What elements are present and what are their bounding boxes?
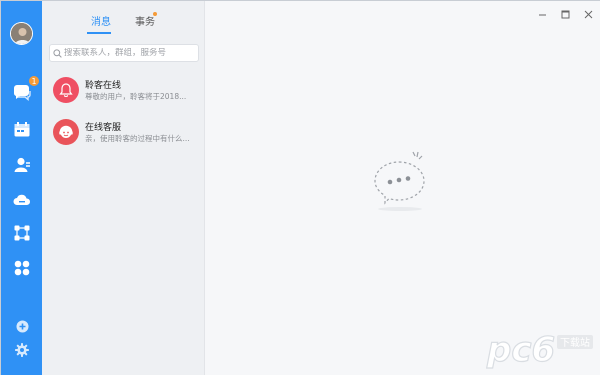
add-button[interactable]: [10, 314, 34, 338]
search-input[interactable]: [64, 48, 194, 58]
nav-messages-button[interactable]: 1: [10, 75, 40, 105]
settings-button[interactable]: [10, 338, 34, 362]
empty-chat-bubble-icon: [374, 151, 425, 211]
svg-text:下载站: 下载站: [560, 336, 590, 349]
nav-calendar-button[interactable]: [10, 117, 34, 141]
support-agent-icon: [59, 125, 73, 138]
maximize-button[interactable]: [558, 7, 572, 21]
contacts-icon: [14, 157, 30, 172]
svg-text:pc6: pc6: [486, 330, 555, 369]
close-icon: [584, 10, 592, 18]
nav-contacts-button[interactable]: [10, 153, 34, 177]
conversation-item[interactable]: 在线客服 亲，使用聆客的过程中有什么...: [42, 115, 205, 157]
tab-messages[interactable]: 消息: [91, 13, 111, 28]
search-icon: [50, 44, 64, 62]
watermark-logo: pc6 下载站: [485, 327, 597, 371]
settings-gear-icon: [15, 343, 29, 357]
user-avatar[interactable]: [10, 22, 33, 45]
close-button[interactable]: [581, 7, 595, 21]
conversation-item[interactable]: 聆客在线 尊敬的用户，聆客将于2018...: [42, 73, 205, 115]
conversation-avatar: [53, 77, 79, 103]
conversation-list-panel: 消息 事务 聆客在线 尊敬的用户，聆客将于2018...: [42, 1, 205, 375]
apps-network-icon: [14, 225, 30, 241]
app-window: 1 消息 事务 搜索联系人，群组，服务号 聆客在线 尊敬的用户，聆客将于2018…: [0, 0, 600, 375]
calendar-icon: [14, 121, 30, 136]
maximize-icon: [561, 10, 569, 18]
cloud-icon: [13, 194, 31, 205]
conversation-preview: 尊敬的用户，聆客将于2018...: [85, 92, 187, 101]
chat-bubbles-icon: [13, 85, 31, 101]
pc6-watermark-icon: pc6 下载站: [485, 329, 593, 371]
left-nav-rail: 1: [1, 1, 42, 375]
active-tab-indicator: [87, 32, 111, 34]
bell-icon: [59, 83, 73, 97]
unread-badge: 1: [28, 75, 40, 87]
add-circle-icon: [16, 320, 28, 332]
conversation-preview: 亲，使用聆客的过程中有什么...: [85, 134, 190, 143]
conversation-name: 在线客服: [85, 123, 122, 133]
conversation-name: 聆客在线: [85, 81, 122, 91]
tab-bar: 消息 事务: [42, 1, 205, 37]
conversation-avatar: [53, 119, 79, 145]
minimize-button[interactable]: [535, 7, 549, 21]
tab-affairs[interactable]: 事务: [135, 13, 155, 28]
search-box[interactable]: [49, 44, 199, 62]
avatar-person-icon: [11, 23, 32, 44]
nav-cloud-button[interactable]: [10, 188, 34, 212]
nav-more-button[interactable]: [10, 256, 34, 280]
chat-main-area: [205, 1, 600, 375]
affairs-notification-dot: [153, 12, 157, 16]
clover-grid-icon: [14, 260, 30, 276]
empty-state: [372, 148, 434, 218]
minimize-icon: [538, 14, 546, 15]
nav-apps-button[interactable]: [10, 221, 34, 245]
